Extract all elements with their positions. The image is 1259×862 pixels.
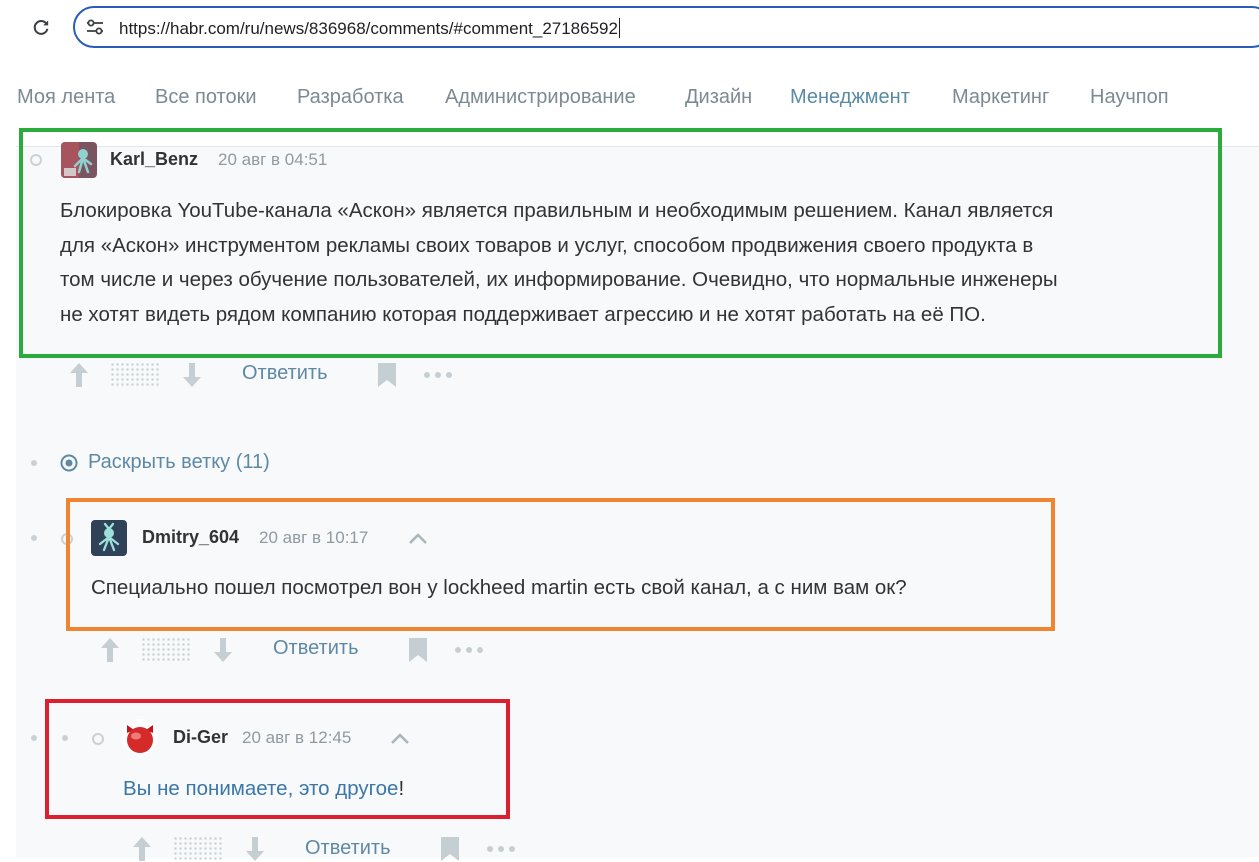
vote-up-icon[interactable] bbox=[131, 836, 153, 862]
tab-administration[interactable]: Администрирование bbox=[445, 86, 636, 109]
tab-my-feed[interactable]: Моя лента bbox=[17, 86, 115, 109]
comment-time[interactable]: 20 авг в 10:17 bbox=[259, 528, 368, 548]
comment-body: Блокировка YouTube-канала «Аскон» являет… bbox=[60, 194, 1220, 332]
url-text[interactable]: https://habr.com/ru/news/836968/comments… bbox=[119, 18, 620, 39]
comment-trailing-text: ! bbox=[398, 777, 405, 800]
comment-time[interactable]: 20 авг в 04:51 bbox=[218, 150, 327, 170]
bookmark-icon[interactable] bbox=[377, 362, 397, 388]
text-caret bbox=[618, 18, 620, 38]
expand-branch-label: Раскрыть ветку (11) bbox=[88, 451, 270, 473]
tab-popular-science[interactable]: Научпоп bbox=[1090, 86, 1169, 109]
comment-line: Специально пошел посмотрел вон у lockhee… bbox=[91, 576, 907, 599]
bookmark-icon[interactable] bbox=[408, 637, 428, 663]
avatar[interactable] bbox=[122, 719, 158, 755]
address-bar[interactable]: https://habr.com/ru/news/836968/comments… bbox=[73, 6, 1259, 48]
tab-development[interactable]: Разработка bbox=[297, 86, 404, 109]
tab-marketing[interactable]: Маркетинг bbox=[952, 86, 1049, 109]
thread-level-marker bbox=[31, 535, 37, 541]
comment-line: не хотят видеть рядом компанию которая п… bbox=[60, 302, 986, 326]
vote-score bbox=[110, 362, 160, 388]
thread-level-marker bbox=[31, 460, 37, 466]
divider bbox=[16, 146, 1259, 147]
comment-line: Блокировка YouTube-канала «Аскон» являет… bbox=[60, 199, 1054, 222]
hub-navigation: Моя лента Все потоки Разработка Админист… bbox=[0, 86, 1259, 118]
comment-body: Специально пошел посмотрел вон у lockhee… bbox=[91, 571, 1051, 606]
thread-level-marker bbox=[31, 735, 37, 741]
reload-icon[interactable] bbox=[30, 16, 52, 38]
comment-author[interactable]: Dmitry_604 bbox=[142, 527, 239, 548]
more-icon[interactable] bbox=[486, 844, 518, 854]
avatar-karl-benz-icon bbox=[61, 142, 97, 178]
comment-time[interactable]: 20 авг в 12:45 bbox=[242, 728, 351, 748]
avatar-dmitry-604-icon bbox=[91, 520, 127, 556]
vote-score bbox=[173, 836, 223, 862]
thread-level-marker bbox=[30, 154, 42, 166]
comment-line: для «Аскон» инструментом рекламы своих т… bbox=[60, 233, 1034, 257]
tab-design[interactable]: Дизайн bbox=[685, 86, 752, 109]
chevron-up-icon[interactable] bbox=[389, 731, 411, 745]
tab-all-streams[interactable]: Все потоки bbox=[155, 86, 257, 109]
url-value: https://habr.com/ru/news/836968/comments… bbox=[119, 19, 618, 38]
thread-level-marker bbox=[62, 735, 68, 741]
comment-author[interactable]: Di-Ger bbox=[173, 727, 228, 748]
more-icon[interactable] bbox=[454, 645, 486, 655]
comment-author[interactable]: Karl_Benz bbox=[110, 149, 198, 170]
tab-management[interactable]: Менеджмент bbox=[790, 86, 910, 109]
vote-down-icon[interactable] bbox=[244, 836, 266, 862]
expand-branch-icon bbox=[60, 454, 78, 472]
comment-link[interactable]: Вы не понимаете, это другое bbox=[123, 777, 398, 800]
comment-line: том числе и через обучение пользователей… bbox=[60, 268, 1058, 291]
browser-toolbar: https://habr.com/ru/news/836968/comments… bbox=[0, 0, 1259, 58]
more-icon[interactable] bbox=[423, 370, 455, 380]
vote-score bbox=[141, 637, 191, 663]
thread-level-marker bbox=[61, 533, 73, 545]
comment-body: Вы не понимаете, это другое! bbox=[123, 772, 503, 807]
vote-up-icon[interactable] bbox=[99, 637, 121, 663]
bookmark-icon[interactable] bbox=[440, 836, 460, 862]
vote-down-icon[interactable] bbox=[181, 362, 203, 388]
thread-level-marker bbox=[92, 733, 104, 745]
reply-button[interactable]: Ответить bbox=[273, 637, 359, 660]
site-info-icon[interactable] bbox=[85, 17, 105, 37]
chevron-up-icon[interactable] bbox=[407, 531, 429, 545]
avatar[interactable] bbox=[91, 520, 127, 556]
avatar[interactable] bbox=[61, 142, 97, 178]
vote-up-icon[interactable] bbox=[68, 362, 90, 388]
avatar-di-ger-icon bbox=[122, 719, 158, 755]
reply-button[interactable]: Ответить bbox=[242, 362, 328, 385]
vote-down-icon[interactable] bbox=[212, 637, 234, 663]
